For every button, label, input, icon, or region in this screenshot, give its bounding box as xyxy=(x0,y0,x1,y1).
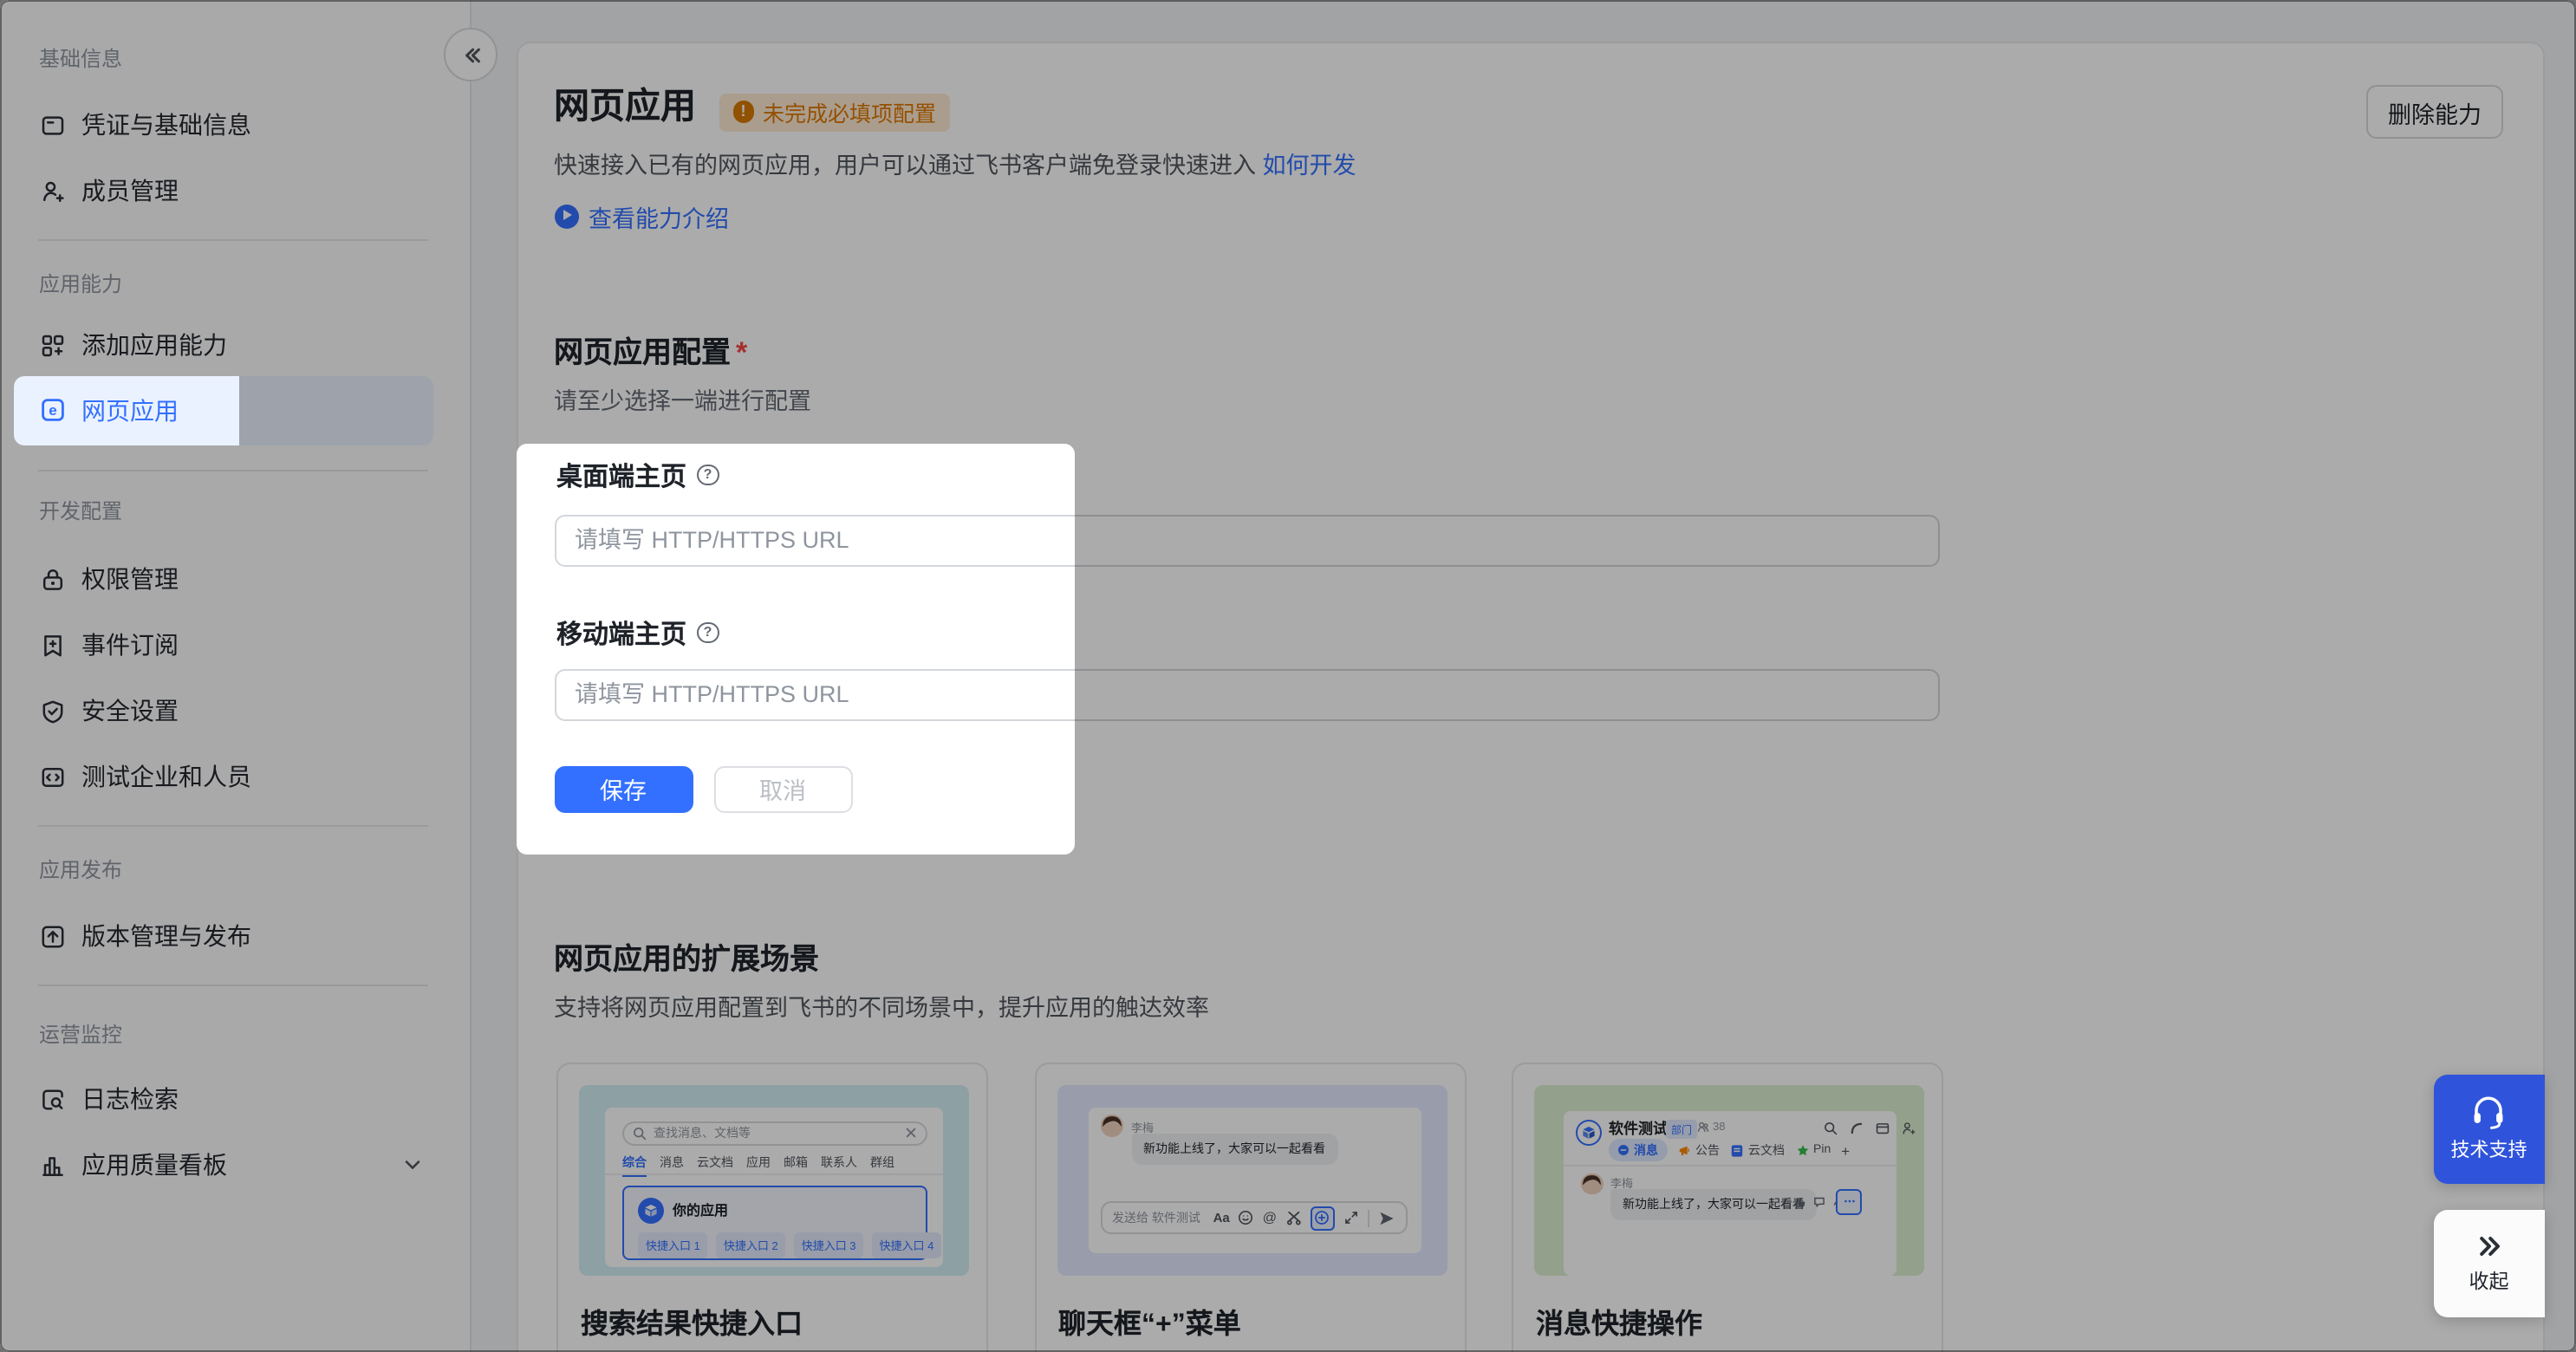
mobile-homepage-label: 移动端主页 ? xyxy=(556,619,719,647)
help-icon[interactable]: ? xyxy=(697,622,719,644)
sidebar-item-spotlight: e 网页应用 xyxy=(14,375,239,445)
cancel-button[interactable]: 取消 xyxy=(713,765,852,813)
app-window: 基础信息 凭证与基础信息 成员管理 应用能力 添加应用能力 e 网页应用 开发配… xyxy=(0,0,2576,1352)
desktop-homepage-label: 桌面端主页 ? xyxy=(556,461,719,489)
form-spotlight: 桌面端主页 ? 移动端主页 ? 保存 取消 xyxy=(516,443,1075,855)
mobile-homepage-input[interactable] xyxy=(554,668,1075,720)
svg-text:e: e xyxy=(49,402,56,419)
chevron-double-right-icon xyxy=(2474,1232,2505,1263)
web-app-icon: e xyxy=(40,397,66,423)
collapse-panel-button[interactable]: 收起 xyxy=(2434,1209,2544,1317)
sidebar-item-label: 网页应用 xyxy=(81,393,179,427)
help-icon[interactable]: ? xyxy=(697,465,719,486)
headset-icon xyxy=(2471,1095,2508,1131)
sidebar-item-web-app[interactable]: e 网页应用 xyxy=(14,375,239,445)
guide-dim-overlay xyxy=(0,0,2576,1352)
desktop-homepage-input[interactable] xyxy=(554,514,1075,566)
save-button[interactable]: 保存 xyxy=(554,765,693,813)
tech-support-button[interactable]: 技术支持 xyxy=(2434,1075,2544,1183)
